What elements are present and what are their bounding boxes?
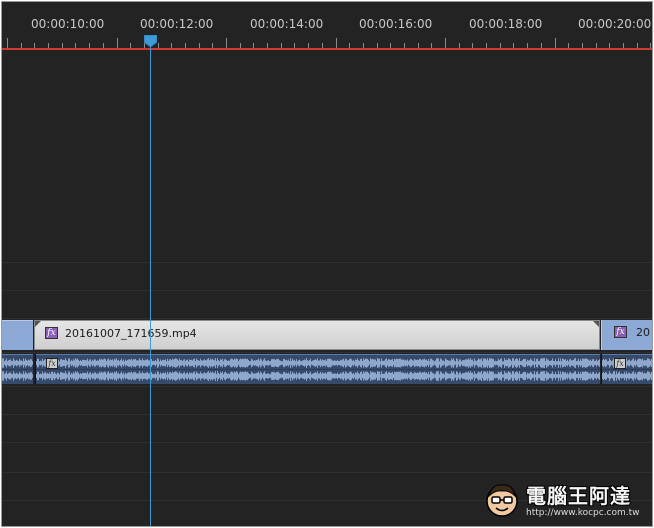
watermark-url: http://www.kocpc.com.tw [526, 508, 640, 518]
track-divider [2, 290, 652, 291]
timeline-panel: 00:00:10:00 00:00:12:00 00:00:14:00 00:0… [1, 1, 653, 527]
track-divider [2, 386, 652, 387]
time-ruler[interactable]: 00:00:10:00 00:00:12:00 00:00:14:00 00:0… [2, 2, 652, 52]
audio-waveform [36, 358, 600, 381]
clip-name: 20 [636, 326, 650, 339]
track-area[interactable]: fx 20161007_171659.mp4 fx 20 fx fx [2, 52, 652, 526]
playhead-marker-icon[interactable] [144, 35, 157, 47]
track-divider [2, 442, 652, 443]
ruler-timecode: 00:00:18:00 [469, 17, 543, 31]
fx-badge-icon[interactable]: fx [614, 358, 626, 369]
fx-badge-icon[interactable]: fx [614, 326, 627, 338]
audio-waveform [2, 358, 33, 381]
track-divider [2, 414, 652, 415]
audio-clip-selected[interactable]: fx [35, 354, 600, 384]
app-window: 00:00:10:00 00:00:12:00 00:00:14:00 00:0… [0, 0, 654, 528]
playhead-line[interactable] [150, 46, 151, 526]
ruler-timecode: 00:00:20:00 [578, 17, 652, 31]
audio-clip-previous[interactable] [2, 354, 33, 384]
fx-badge-icon[interactable]: fx [46, 358, 58, 369]
track-divider [2, 352, 652, 353]
ruler-timecode: 00:00:16:00 [359, 17, 433, 31]
track-divider [2, 472, 652, 473]
clip-corner-marker [35, 321, 41, 327]
clip-corner-marker [593, 321, 599, 327]
watermark-logo: 電腦王阿達 http://www.kocpc.com.tw [476, 476, 646, 522]
fx-badge-icon[interactable]: fx [45, 327, 58, 339]
video-clip-previous[interactable] [2, 320, 33, 350]
watermark-title: 電腦王阿達 [526, 484, 631, 508]
track-divider [2, 262, 652, 263]
track-divider [2, 318, 652, 319]
video-clip-next[interactable]: fx 20 [601, 320, 652, 350]
ruler-timecode: 00:00:10:00 [31, 17, 105, 31]
audio-waveform [602, 358, 652, 381]
audio-clip-next[interactable]: fx [601, 354, 652, 384]
work-area-bar[interactable] [2, 48, 652, 50]
video-clip-selected[interactable]: fx 20161007_171659.mp4 [34, 320, 600, 350]
clip-name: 20161007_171659.mp4 [65, 327, 197, 340]
ruler-timecode: 00:00:12:00 [140, 17, 214, 31]
ruler-timecode: 00:00:14:00 [250, 17, 324, 31]
mascot-face-icon [486, 484, 518, 517]
